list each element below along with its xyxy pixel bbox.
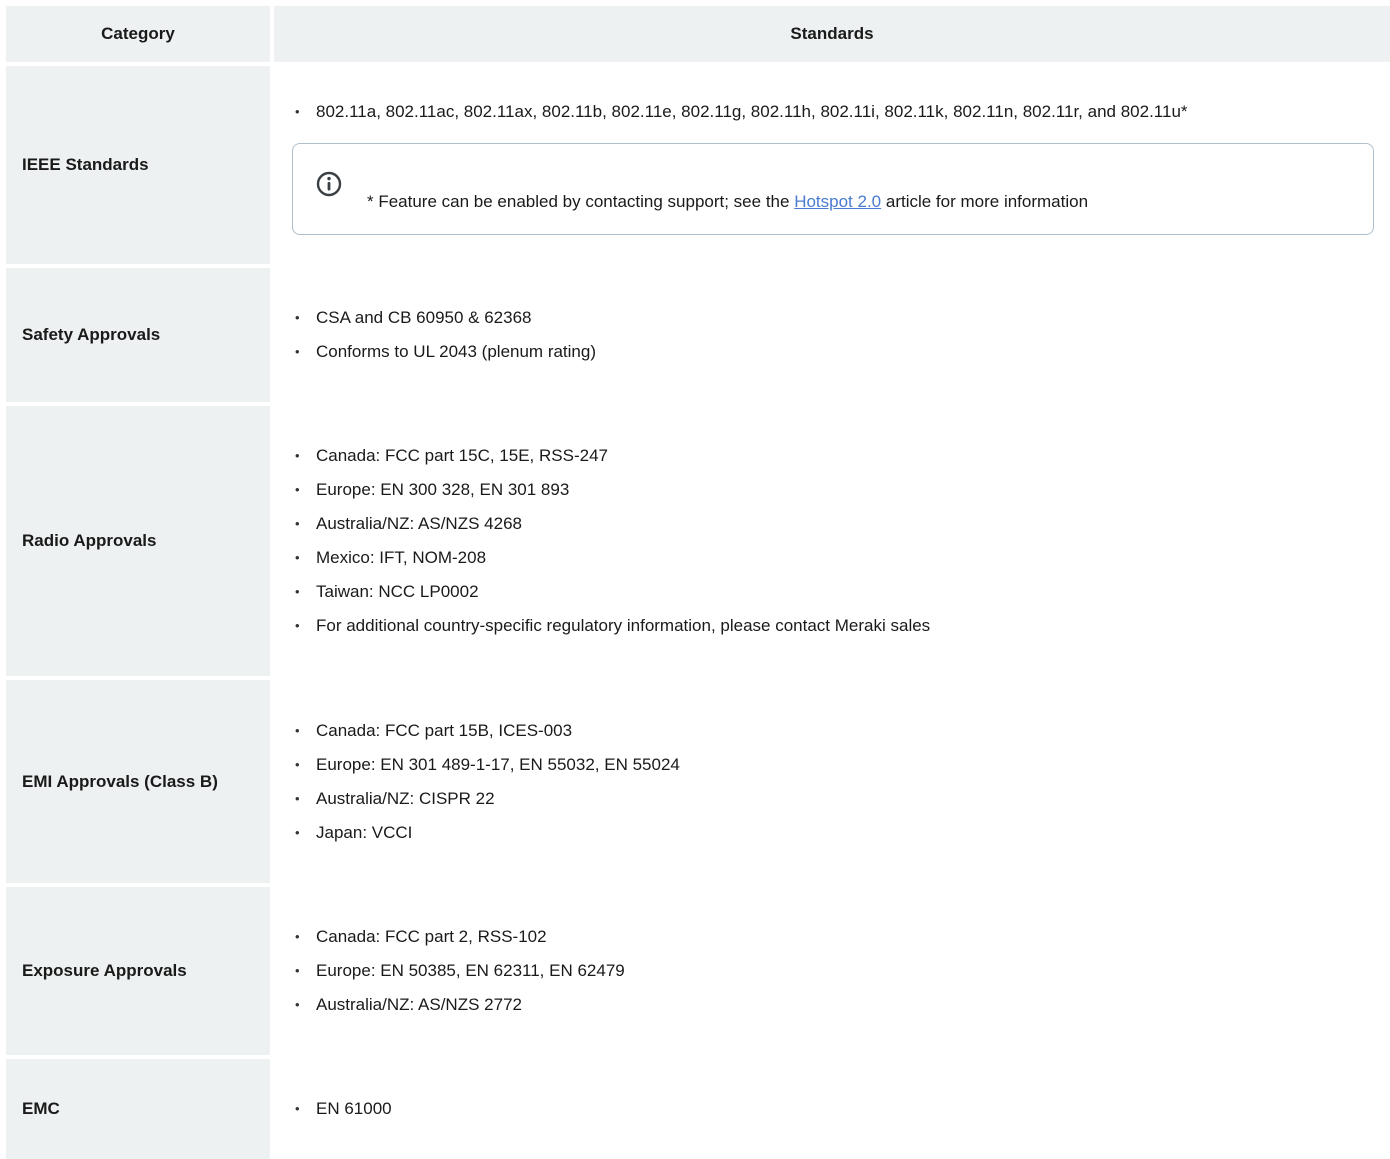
list-item: Conforms to UL 2043 (plenum rating) (292, 335, 1390, 369)
list-item: Europe: EN 300 328, EN 301 893 (292, 473, 1390, 507)
list-item: Canada: FCC part 15B, ICES-003 (292, 714, 1390, 748)
list-item: Japan: VCCI (292, 816, 1390, 850)
standards-list: Canada: FCC part 15C, 15E, RSS-247 Europ… (292, 439, 1390, 643)
list-item: Europe: EN 50385, EN 62311, EN 62479 (292, 954, 1390, 988)
list-item: Europe: EN 301 489-1-17, EN 55032, EN 55… (292, 748, 1390, 782)
list-item: Australia/NZ: AS/NZS 4268 (292, 507, 1390, 541)
row-category: EMC (6, 1059, 270, 1159)
standards-list: Canada: FCC part 2, RSS-102 Europe: EN 5… (292, 920, 1390, 1022)
hotspot-link[interactable]: Hotspot 2.0 (794, 192, 881, 211)
note-prefix: * Feature can be enabled by contacting s… (367, 192, 795, 211)
table-row: EMI Approvals (Class B) Canada: FCC part… (6, 680, 1390, 887)
list-item: EN 61000 (292, 1092, 1390, 1126)
row-standards: CSA and CB 60950 & 62368 Conforms to UL … (274, 268, 1390, 402)
row-category: Exposure Approvals (6, 887, 270, 1055)
row-standards: 802.11a, 802.11ac, 802.11ax, 802.11b, 80… (274, 66, 1390, 264)
table-row: Exposure Approvals Canada: FCC part 2, R… (6, 887, 1390, 1059)
row-category: EMI Approvals (Class B) (6, 680, 270, 883)
header-category: Category (6, 6, 270, 62)
row-category: Radio Approvals (6, 406, 270, 676)
list-item: CSA and CB 60950 & 62368 (292, 301, 1390, 335)
info-icon (316, 171, 342, 197)
table-row: Safety Approvals CSA and CB 60950 & 6236… (6, 268, 1390, 406)
table-row: EMC EN 61000 (6, 1059, 1390, 1159)
standards-table: Category Standards IEEE Standards 802.11… (6, 6, 1390, 1159)
standards-list: CSA and CB 60950 & 62368 Conforms to UL … (292, 301, 1390, 369)
row-standards: Canada: FCC part 15B, ICES-003 Europe: E… (274, 680, 1390, 883)
standards-list: Canada: FCC part 15B, ICES-003 Europe: E… (292, 714, 1390, 850)
list-item: Australia/NZ: CISPR 22 (292, 782, 1390, 816)
list-item: Canada: FCC part 2, RSS-102 (292, 920, 1390, 954)
table-header-row: Category Standards (6, 6, 1390, 66)
row-standards: Canada: FCC part 15C, 15E, RSS-247 Europ… (274, 406, 1390, 676)
note-text: * Feature can be enabled by contacting s… (367, 192, 1088, 212)
list-item: Taiwan: NCC LP0002 (292, 575, 1390, 609)
row-standards: EN 61000 (274, 1059, 1390, 1159)
list-item: 802.11a, 802.11ac, 802.11ax, 802.11b, 80… (292, 95, 1390, 129)
row-standards: Canada: FCC part 2, RSS-102 Europe: EN 5… (274, 887, 1390, 1055)
standards-list: 802.11a, 802.11ac, 802.11ax, 802.11b, 80… (292, 95, 1390, 129)
list-item: Australia/NZ: AS/NZS 2772 (292, 988, 1390, 1022)
list-item: Mexico: IFT, NOM-208 (292, 541, 1390, 575)
list-item: For additional country-specific regulato… (292, 609, 1390, 643)
info-note: * Feature can be enabled by contacting s… (292, 143, 1374, 235)
note-suffix: article for more information (881, 192, 1089, 211)
list-item: Canada: FCC part 15C, 15E, RSS-247 (292, 439, 1390, 473)
table-row: IEEE Standards 802.11a, 802.11ac, 802.11… (6, 66, 1390, 268)
table-row: Radio Approvals Canada: FCC part 15C, 15… (6, 406, 1390, 680)
row-category: IEEE Standards (6, 66, 270, 264)
header-standards: Standards (274, 6, 1390, 62)
row-category: Safety Approvals (6, 268, 270, 402)
standards-list: EN 61000 (292, 1092, 1390, 1126)
